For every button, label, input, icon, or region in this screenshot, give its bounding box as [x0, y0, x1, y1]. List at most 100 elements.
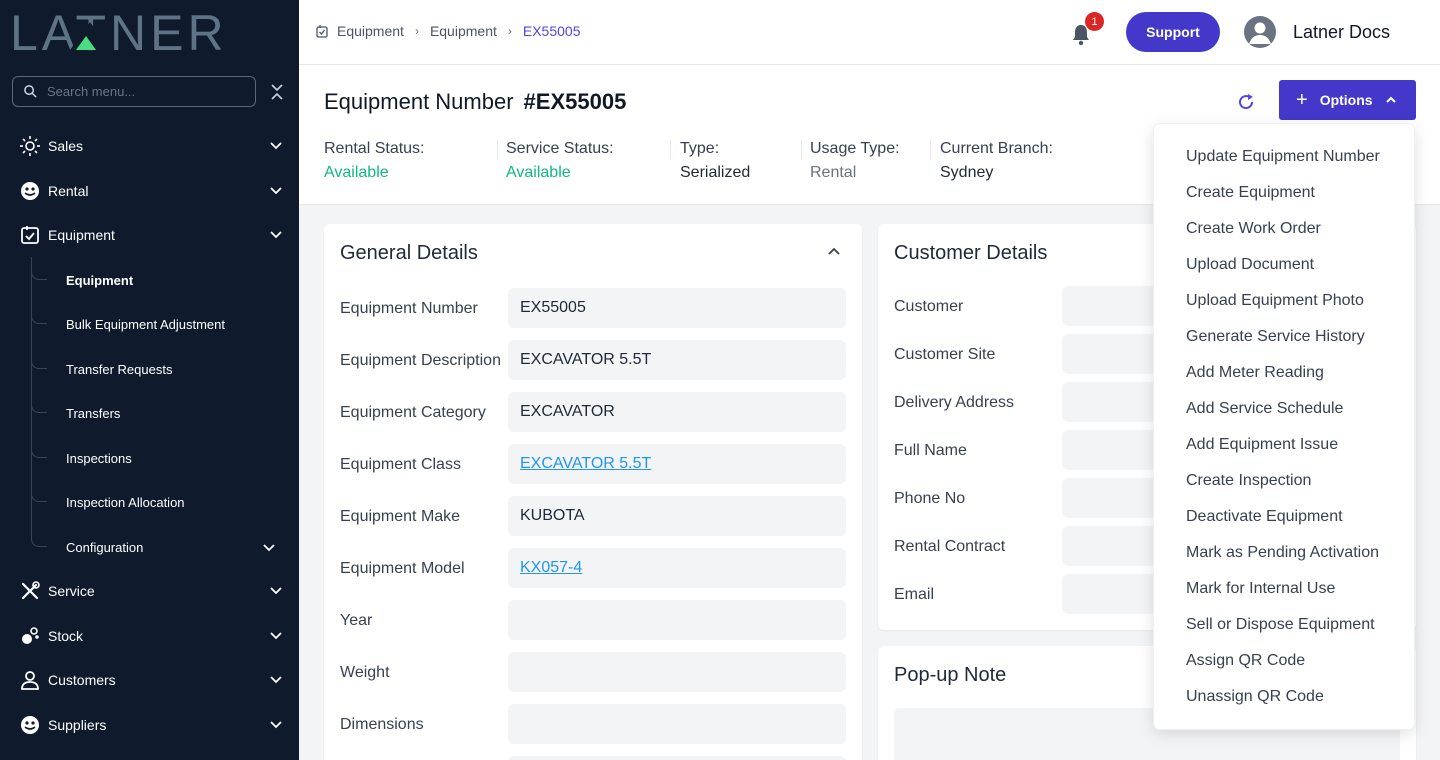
user-icon: [1249, 22, 1271, 44]
breadcrumb-current: EX55005: [522, 23, 581, 39]
refresh-icon[interactable]: [1236, 92, 1256, 112]
menu-item-unassign-qr-code[interactable]: Unassign QR Code: [1186, 688, 1324, 706]
stat-value: Sydney: [940, 164, 994, 181]
sidebar-item-label: Suppliers: [48, 717, 107, 733]
equipment-class-link[interactable]: EXCAVATOR 5.5T: [520, 455, 651, 473]
service-icon: [19, 580, 41, 602]
field-label: Equipment Class: [340, 456, 461, 473]
breadcrumb-item[interactable]: Equipment: [430, 23, 497, 39]
sidebar-subitem-inspection-allocation[interactable]: Inspection Allocation: [31, 480, 299, 520]
menu-item-update-equipment-number[interactable]: Update Equipment Number: [1186, 148, 1380, 166]
sidebar-item-sales[interactable]: Sales: [0, 126, 299, 166]
latner-logo[interactable]: LATNER: [10, 10, 280, 54]
sidebar-subitem-label: Configuration: [66, 540, 144, 555]
chevron-up-icon: [1385, 96, 1396, 103]
menu-search[interactable]: [12, 76, 256, 107]
menu-item-upload-document[interactable]: Upload Document: [1186, 256, 1314, 274]
sidebar-item-label: Rental: [48, 183, 89, 199]
menu-item-create-equipment[interactable]: Create Equipment: [1186, 184, 1315, 202]
menu-item-sell-dispose-equipment[interactable]: Sell or Dispose Equipment: [1186, 616, 1375, 634]
sidebar-item-suppliers[interactable]: Suppliers: [0, 705, 299, 745]
chevron-down-icon: [270, 721, 282, 729]
support-button[interactable]: Support: [1126, 12, 1220, 52]
equipment-model-field: KX057-4: [508, 548, 846, 588]
extra-field: [508, 756, 846, 760]
page-title: Equipment Number #EX55005: [324, 89, 626, 115]
menu-item-mark-internal-use[interactable]: Mark for Internal Use: [1186, 580, 1335, 598]
sidebar-item-label: Stock: [48, 628, 84, 644]
field-value: EXCAVATOR: [520, 403, 615, 420]
chevron-right-icon: ›: [414, 24, 419, 38]
stat-value: Available: [324, 164, 389, 181]
menu-item-mark-pending-activation[interactable]: Mark as Pending Activation: [1186, 544, 1379, 562]
page-title-label: Equipment Number: [324, 89, 514, 114]
sidebar-item-rental[interactable]: Rental: [0, 171, 299, 211]
menu-item-upload-equipment-photo[interactable]: Upload Equipment Photo: [1186, 292, 1364, 310]
menu-item-create-work-order[interactable]: Create Work Order: [1186, 220, 1321, 238]
menu-item-add-equipment-issue[interactable]: Add Equipment Issue: [1186, 436, 1338, 454]
service-status: Service Status: Available: [506, 140, 614, 182]
menu-item-assign-qr-code[interactable]: Assign QR Code: [1186, 652, 1305, 670]
sidebar-item-label: Service: [48, 583, 95, 599]
menu-item-add-service-schedule[interactable]: Add Service Schedule: [1186, 400, 1343, 418]
menu-item-add-meter-reading[interactable]: Add Meter Reading: [1186, 364, 1324, 382]
sidebar-item-equipment[interactable]: Equipment: [0, 215, 299, 255]
sidebar-subitem-label: Bulk Equipment Adjustment: [66, 317, 225, 332]
top-bar: Equipment › Equipment › EX55005 1 Suppor…: [299, 0, 1440, 65]
field-label: Customer Site: [894, 346, 996, 363]
stat-label: Type:: [680, 140, 720, 157]
field-value: EX55005: [520, 299, 586, 316]
stat-label: Usage Type:: [810, 140, 900, 157]
chevron-down-icon: [263, 544, 275, 552]
field-label: Equipment Description: [340, 352, 501, 369]
search-input[interactable]: [47, 84, 237, 99]
menu-item-generate-service-history[interactable]: Generate Service History: [1186, 328, 1365, 346]
sidebar-item-service[interactable]: Service: [0, 571, 299, 611]
sidebar-subitem-transfer-requests[interactable]: Transfer Requests: [31, 347, 299, 387]
card-title: General Details: [340, 242, 478, 264]
equipment-model-link[interactable]: KX057-4: [520, 559, 582, 577]
current-branch: Current Branch: Sydney: [940, 140, 1053, 182]
user-name[interactable]: Latner Docs: [1293, 22, 1390, 43]
chevron-up-icon[interactable]: [827, 245, 841, 259]
options-button[interactable]: + Options: [1279, 80, 1416, 120]
field-label: Equipment Category: [340, 404, 486, 421]
field-label: Dimensions: [340, 716, 424, 733]
chevron-down-icon: [270, 676, 282, 684]
type: Type: Serialized: [680, 140, 750, 182]
sidebar-subitem-equipment[interactable]: Equipment: [31, 258, 299, 298]
rental-icon: [19, 180, 41, 202]
equipment-category-field: EXCAVATOR: [508, 392, 846, 432]
sidebar-subitem-label: Inspections: [66, 451, 132, 466]
equipment-description-field: EXCAVATOR 5.5T: [508, 340, 846, 380]
menu-item-deactivate-equipment[interactable]: Deactivate Equipment: [1186, 508, 1343, 526]
suppliers-icon: [19, 714, 41, 736]
sidebar-item-stock[interactable]: Stock: [0, 616, 299, 656]
field-label: Year: [340, 612, 373, 629]
equipment-icon: [19, 224, 41, 246]
year-field: [508, 600, 846, 640]
plus-icon: +: [1296, 88, 1308, 111]
sidebar-subitem-bulk-equipment-adjustment[interactable]: Bulk Equipment Adjustment: [31, 302, 299, 342]
sidebar-subitem-transfers[interactable]: Transfers: [31, 391, 299, 431]
menu-item-create-inspection[interactable]: Create Inspection: [1186, 472, 1311, 490]
field-label: Full Name: [894, 442, 967, 459]
stat-label: Current Branch:: [940, 140, 1053, 157]
equipment-number-field: EX55005: [508, 288, 846, 328]
sidebar-subitem-inspections[interactable]: Inspections: [31, 436, 299, 476]
field-label: Weight: [340, 664, 390, 681]
rental-status: Rental Status: Available: [324, 140, 425, 182]
avatar[interactable]: [1244, 16, 1276, 48]
equipment-number: #EX55005: [523, 89, 627, 114]
sidebar-subitem-label: Transfer Requests: [66, 362, 173, 377]
card-title: Pop-up Note: [894, 664, 1007, 686]
sidebar-subitem-configuration[interactable]: Configuration: [31, 525, 299, 565]
chevron-right-icon: ›: [507, 24, 512, 38]
collapse-sidebar-icon[interactable]: [268, 82, 286, 102]
chevron-down-icon: [270, 231, 282, 239]
field-label: Email: [894, 586, 935, 603]
options-dropdown-menu: Update Equipment Number Create Equipment…: [1153, 123, 1415, 730]
sidebar-item-customers[interactable]: Customers: [0, 660, 299, 700]
customers-icon: [19, 669, 41, 691]
breadcrumb-item[interactable]: Equipment: [337, 23, 404, 39]
